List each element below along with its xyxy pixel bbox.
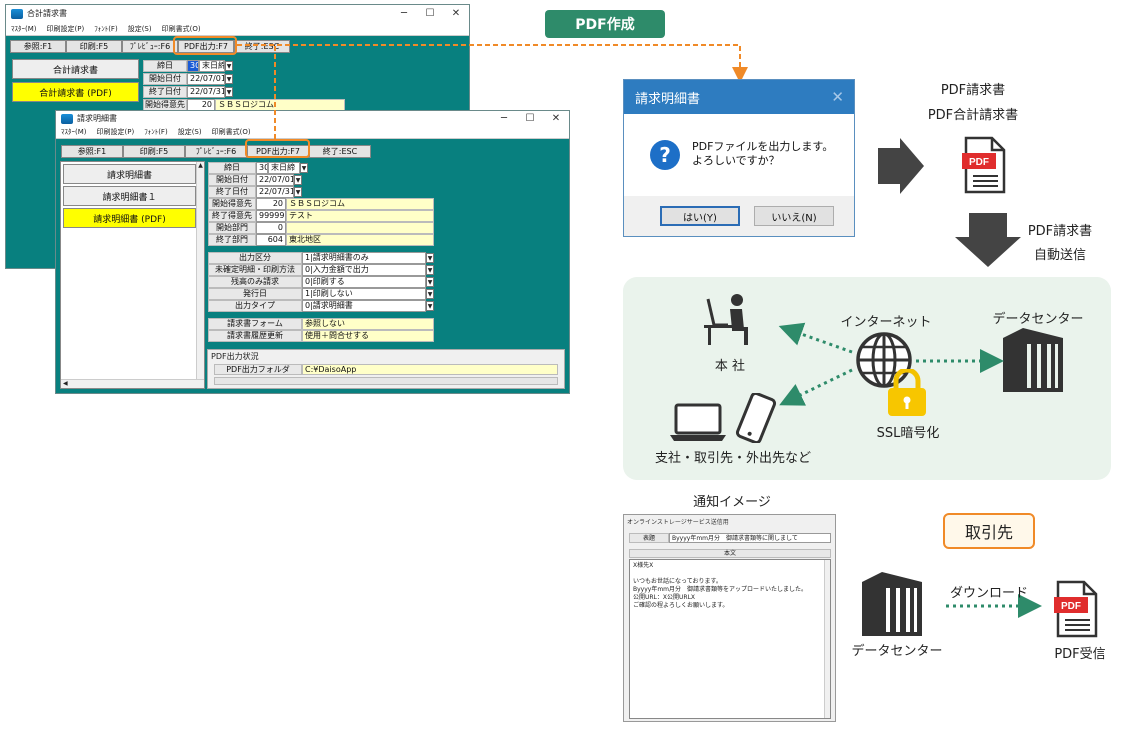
arrow-to-branches xyxy=(779,368,853,406)
body-header: 本文 xyxy=(629,549,831,558)
trading-partner-badge: 取引先 xyxy=(943,513,1035,549)
pdf-badge-text: PDF xyxy=(1061,601,1081,612)
notify-image-label: 通知イメージ xyxy=(693,495,771,510)
body-line xyxy=(633,570,827,578)
network-arrows xyxy=(778,322,1042,618)
download-label: ダウンロード xyxy=(949,586,1028,601)
body-line: 公開URL：X公開URLX xyxy=(633,594,696,601)
notification-title: オンラインストレージサービス送信用 xyxy=(627,519,729,526)
subject-value: Byyyy年mm月分 御請求書類等に関しまして xyxy=(669,533,831,543)
body-line: X様先X xyxy=(633,562,654,569)
pdf-receive-label: PDF受信 xyxy=(1054,647,1106,662)
body-line: いつもお世話になっております。 xyxy=(633,578,722,585)
notification-window: オンラインストレージサービス送信用 表題 Byyyy年mm月分 御請求書類等に関… xyxy=(623,514,836,722)
notification-subject-row: 表題 Byyyy年mm月分 御請求書類等に関しまして xyxy=(629,533,831,543)
notification-body: X様先X いつもお世話になっております。 Byyyy年mm月分 御請求書類等をア… xyxy=(629,559,831,719)
body-line: ご確認の程よろしくお願いします。 xyxy=(633,602,729,609)
pdf-file-icon: PDF xyxy=(1054,580,1098,638)
datacenter2-label: データセンター xyxy=(851,644,943,659)
body-line: Byyyy年mm月分 御請求書類等をアップロードいたしました。 xyxy=(633,586,808,593)
datacenter-icon xyxy=(862,572,922,636)
vertical-scrollbar[interactable] xyxy=(824,560,830,718)
arrow-to-headquarters xyxy=(778,322,853,354)
subject-label: 表題 xyxy=(629,533,669,543)
